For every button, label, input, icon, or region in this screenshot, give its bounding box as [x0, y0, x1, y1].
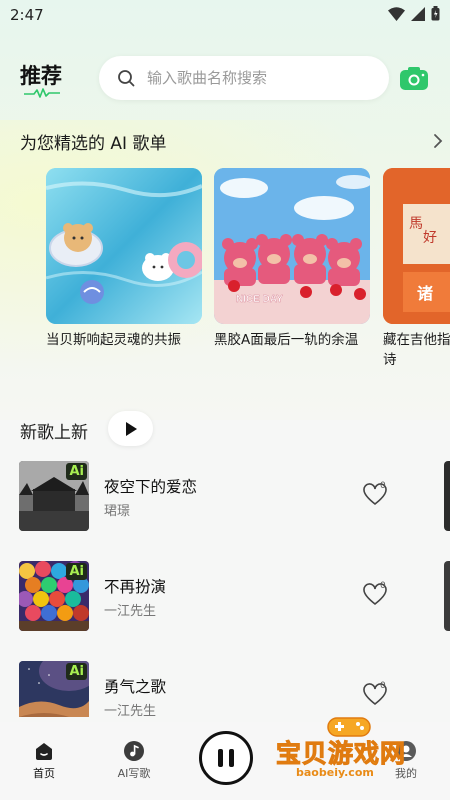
like-count: 0	[380, 581, 386, 591]
playlist-card[interactable]: 当贝斯响起灵魂的共振	[46, 168, 202, 350]
poster-illustration: 馬 好 诸	[383, 168, 450, 324]
song-artist: 一江先生	[104, 704, 157, 717]
cover-text: NICE DAY	[236, 294, 283, 305]
search-bar[interactable]	[99, 56, 389, 100]
svg-text:好: 好	[423, 230, 437, 246]
playlist-caption: 当贝斯响起灵魂的共振	[46, 332, 181, 348]
playlist-card[interactable]: NICE DAY 黑胶A面最后一轨的余温	[214, 168, 370, 350]
tab-ai-write[interactable]: AI写歌	[104, 740, 164, 781]
like-count: 0	[380, 681, 386, 691]
song-title: 不再扮演	[104, 578, 167, 596]
song-row[interactable]: Ai 夜空下的爱恋 珺璟 0	[19, 461, 450, 531]
song-cover: Ai	[19, 461, 89, 531]
status-icons	[388, 6, 440, 21]
song-row[interactable]: Ai 不再扮演 一江先生 0	[19, 561, 450, 631]
song-title: 夜空下的爱恋	[104, 478, 198, 496]
watermark-text: 宝贝游戏网	[275, 739, 407, 769]
playlist-cover	[46, 168, 202, 324]
camera-icon[interactable]	[399, 65, 429, 91]
song-row[interactable]: Ai 勇气之歌 一江先生 0	[19, 661, 439, 717]
tab-label: 首页	[33, 767, 55, 780]
like-count: 0	[380, 481, 386, 491]
new-songs-title: 新歌上新	[20, 423, 88, 443]
playlist-cover: NICE DAY	[214, 168, 370, 324]
pool-illustration	[46, 168, 202, 324]
page-title: 推荐	[20, 64, 62, 88]
sound-wave-icon	[24, 88, 60, 98]
song-cover: Ai	[19, 661, 89, 717]
next-song-edge	[444, 561, 450, 631]
playlist-card[interactable]: 馬 好 诸 藏在吉他指 诗	[383, 168, 450, 370]
playlist-cover: 馬 好 诸	[383, 168, 450, 324]
play-icon	[125, 421, 137, 436]
next-song-edge	[444, 461, 450, 531]
ai-badge: Ai	[66, 463, 87, 480]
bear-illustration: NICE DAY	[214, 168, 370, 324]
signal-icon	[411, 6, 425, 21]
cover-text: 诸	[417, 284, 433, 303]
music-note-icon	[124, 741, 144, 761]
tab-label: AI写歌	[117, 767, 151, 780]
home-icon	[36, 743, 52, 760]
svg-text:馬: 馬	[409, 216, 423, 232]
play-pause-button[interactable]	[199, 731, 253, 785]
pause-icon	[218, 749, 223, 767]
ai-badge: Ai	[66, 663, 87, 680]
ai-playlist-title: 为您精选的 AI 歌单	[20, 134, 167, 154]
song-cover: Ai	[19, 561, 89, 631]
battery-icon	[431, 6, 440, 21]
chevron-right-icon[interactable]	[432, 133, 444, 149]
song-artist: 一江先生	[104, 604, 157, 619]
watermark: 宝贝游戏网 baobeiy.com	[275, 712, 426, 792]
song-title: 勇气之歌	[104, 678, 167, 696]
song-artist: 珺璟	[104, 504, 131, 519]
playlist-caption: 黑胶A面最后一轨的余温	[214, 332, 359, 348]
wifi-icon	[388, 6, 405, 21]
ai-badge: Ai	[66, 563, 87, 580]
watermark-url: baobeiy.com	[296, 766, 374, 779]
search-icon	[118, 70, 135, 87]
status-time: 2:47	[10, 6, 44, 24]
playlist-caption: 藏在吉他指 诗	[383, 332, 450, 368]
search-input[interactable]	[147, 69, 367, 87]
play-all-button[interactable]	[108, 411, 153, 446]
tab-home[interactable]: 首页	[14, 740, 74, 781]
